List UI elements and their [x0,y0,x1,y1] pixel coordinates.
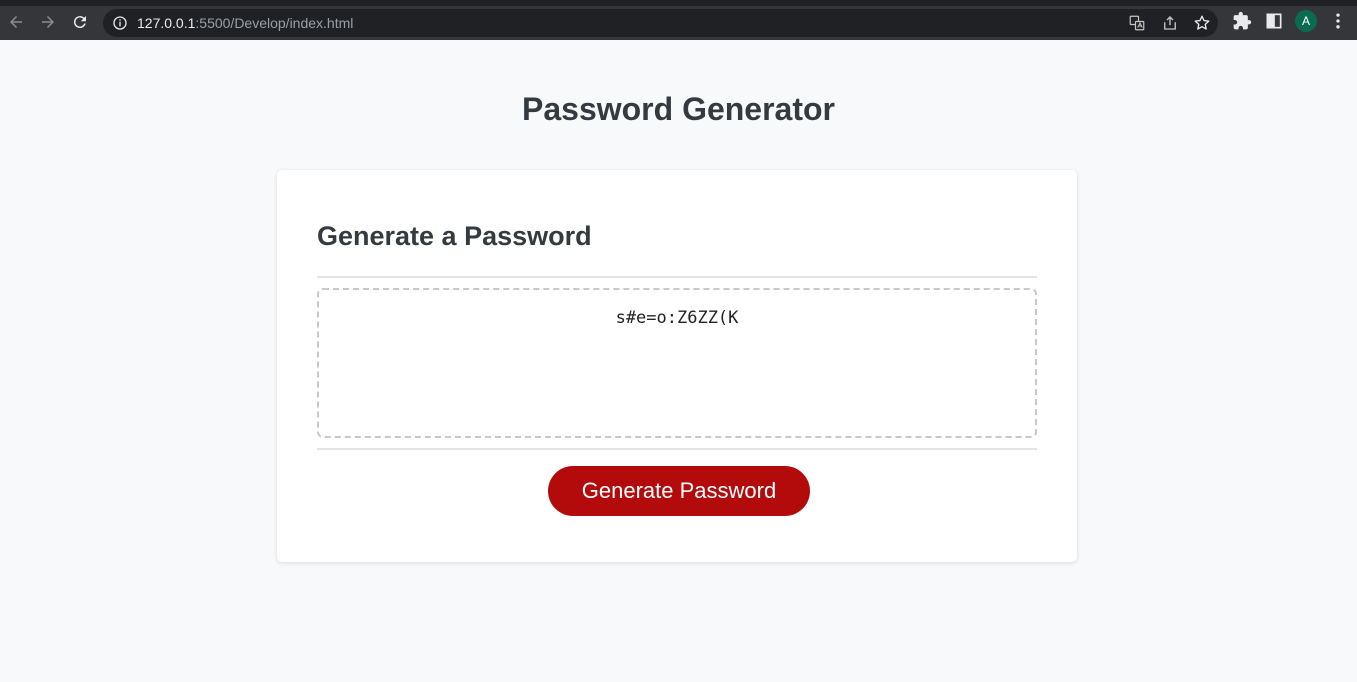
info-icon[interactable] [112,15,128,31]
share-icon[interactable] [1161,14,1179,32]
extensions-icon[interactable] [1232,11,1252,31]
url-host: 127.0.0.1 [137,15,196,31]
reload-icon [73,16,86,29]
forward-button[interactable] [35,9,61,35]
browser-toolbar: 127.0.0.1:5500/Develop/index.html A [0,0,1357,40]
reload-button[interactable] [67,9,93,35]
address-bar[interactable]: 127.0.0.1:5500/Develop/index.html [103,9,1218,37]
forward-icon [42,16,54,28]
menu-icon[interactable] [1328,11,1348,31]
url-path: :5500/Develop/index.html [195,15,354,31]
card-header: Generate a Password [317,221,592,251]
generate-password-button[interactable]: Generate Password [548,466,810,516]
back-button[interactable] [3,9,29,35]
password-card: Generate a Password s#e=o:Z6ZZ(K Generat… [277,170,1077,562]
profile-avatar[interactable]: A [1295,10,1317,32]
card-divider-top [317,276,1037,278]
url-text[interactable]: 127.0.0.1:5500/Develop/index.html [137,15,353,31]
password-output[interactable]: s#e=o:Z6ZZ(K [317,288,1037,438]
back-icon [10,16,22,28]
side-panel-icon[interactable] [1264,11,1284,31]
star-icon[interactable] [1193,14,1211,32]
page-title: Password Generator [522,91,835,127]
translate-icon[interactable] [1128,14,1146,32]
card-divider-bottom [317,448,1037,450]
